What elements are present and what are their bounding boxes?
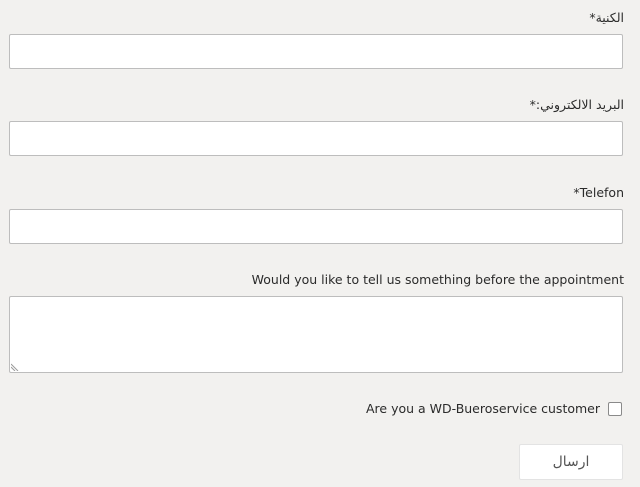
resize-grip-icon[interactable] [11,363,19,371]
surname-input[interactable] [9,34,623,69]
email-label: البريد الالكتروني:* [529,97,624,112]
submit-button[interactable]: ارسال [519,444,623,480]
surname-label: الكنية* [589,10,624,25]
customer-checkbox[interactable] [608,402,622,416]
telefon-label: *Telefon [573,185,624,200]
customer-checkbox-row[interactable]: Are you a WD-Bueroservice customer [366,401,622,417]
email-input[interactable] [9,121,623,156]
message-textarea[interactable] [9,296,623,373]
customer-checkbox-label: Are you a WD-Bueroservice customer [365,401,600,416]
appointment-form: الكنية* البريد الالكتروني:* *Telefon Wou… [0,0,640,487]
message-label: Would you like to tell us something befo… [251,272,624,287]
telefon-input[interactable] [9,209,623,244]
